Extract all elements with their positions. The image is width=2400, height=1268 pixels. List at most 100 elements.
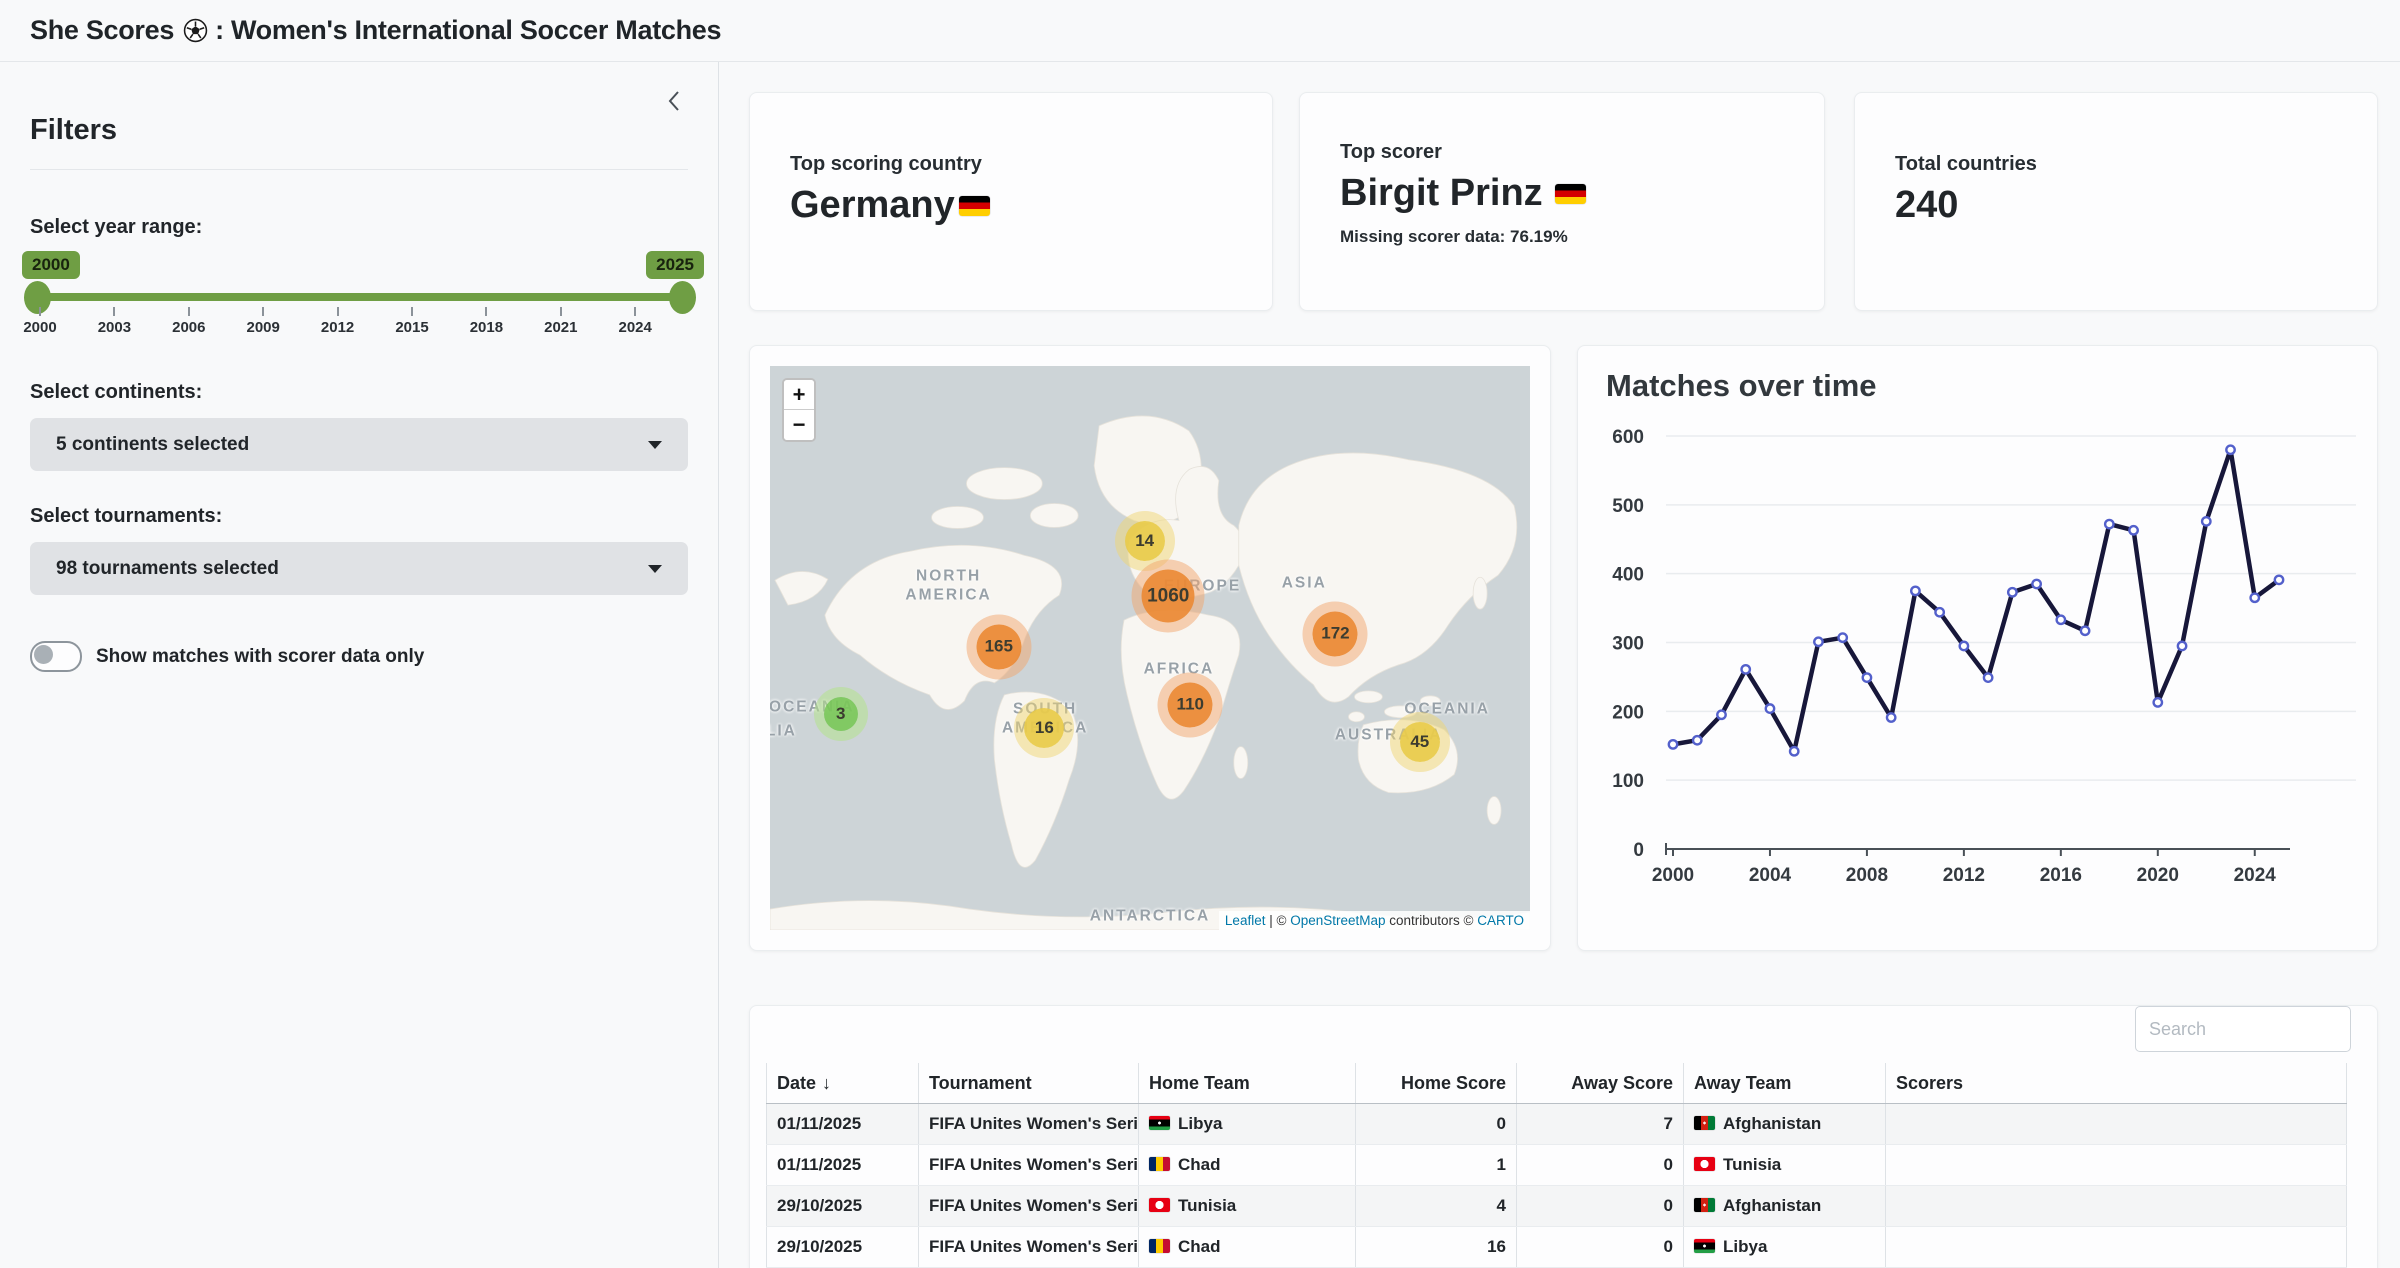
team-cell: Libya xyxy=(1139,1104,1356,1145)
date-cell: 29/10/2025 xyxy=(767,1227,919,1268)
stat-value-text: Germany xyxy=(790,184,955,227)
team-cell: Chad xyxy=(1139,1145,1356,1186)
collapse-sidebar-button[interactable] xyxy=(658,84,692,118)
table-row: 01/11/2025FIFA Unites Women's SeriesChad… xyxy=(767,1145,2347,1186)
slider-tick xyxy=(39,307,41,316)
team-cell: Chad xyxy=(1139,1227,1356,1268)
world-map[interactable]: NORTH AMERICAEUROPEASIAAFRICASOUTH AMERI… xyxy=(770,366,1530,930)
table-row: 01/11/2025FIFA Unites Women's SeriesLiby… xyxy=(767,1104,2347,1145)
column-header-home-score[interactable]: Home Score xyxy=(1356,1063,1517,1104)
slider-tick xyxy=(634,307,636,316)
home-score-cell: 0 xyxy=(1356,1104,1517,1145)
leaflet-link[interactable]: Leaflet xyxy=(1225,913,1266,928)
slider-tick xyxy=(188,307,190,316)
map-cluster-marker[interactable]: 1060 xyxy=(1142,570,1195,623)
map-cluster-marker[interactable]: 45 xyxy=(1400,722,1440,762)
scorers-cell xyxy=(1886,1227,2347,1268)
slider-max-badge: 2025 xyxy=(646,251,704,279)
chad-flag-icon xyxy=(1149,1157,1170,1171)
tournaments-dropdown-value: 98 tournaments selected xyxy=(56,558,279,580)
chad-flag-icon xyxy=(1149,1239,1170,1253)
zoom-in-button[interactable]: + xyxy=(784,380,814,410)
team-cell: Afghanistan xyxy=(1684,1186,1886,1227)
contributors-text: contributors © xyxy=(1386,913,1478,928)
zoom-out-button[interactable]: − xyxy=(784,410,814,440)
cluster-count: 172 xyxy=(1313,611,1358,656)
matches-over-time-card: Matches over time 0100200300400500600200… xyxy=(1577,345,2378,951)
column-header-tournament[interactable]: Tournament xyxy=(919,1063,1139,1104)
map-zoom-control: + − xyxy=(782,378,816,442)
openstreetmap-link[interactable]: OpenStreetMap xyxy=(1290,913,1385,928)
stat-value: 240 xyxy=(1895,184,2377,227)
map-cluster-marker[interactable]: 165 xyxy=(976,624,1021,669)
team-cell: Tunisia xyxy=(1684,1145,1886,1186)
svg-text:2012: 2012 xyxy=(1943,865,1985,886)
table-row: 29/10/2025FIFA Unites Women's SeriesTuni… xyxy=(767,1186,2347,1227)
column-header-away-team[interactable]: Away Team xyxy=(1684,1063,1886,1104)
map-cluster-marker[interactable]: 3 xyxy=(824,697,858,731)
cluster-count: 3 xyxy=(824,697,858,731)
afghanistan-flag-icon xyxy=(1694,1116,1715,1130)
team-cell: Libya xyxy=(1684,1227,1886,1268)
away-score-cell: 7 xyxy=(1517,1104,1684,1145)
date-cell: 29/10/2025 xyxy=(767,1186,919,1227)
tournament-cell: FIFA Unites Women's Series xyxy=(919,1227,1139,1268)
page-title-prefix: She Scores xyxy=(30,15,174,46)
home-score-cell: 1 xyxy=(1356,1145,1517,1186)
scorers-cell xyxy=(1886,1186,2347,1227)
stat-card-top-scoring-country: Top scoring country Germany xyxy=(749,92,1273,311)
sort-descending-icon: ↓ xyxy=(822,1073,831,1093)
svg-text:2004: 2004 xyxy=(1749,865,1792,886)
page-title: She Scores : Women's International Socce… xyxy=(30,15,721,46)
map-cluster-marker[interactable]: 16 xyxy=(1024,708,1064,748)
matches-table-card: Date↓TournamentHome TeamHome ScoreAway S… xyxy=(749,1005,2378,1268)
column-header-scorers[interactable]: Scorers xyxy=(1886,1063,2347,1104)
afghanistan-flag-icon xyxy=(1694,1198,1715,1212)
carto-link[interactable]: CARTO xyxy=(1477,913,1524,928)
chevron-down-icon xyxy=(648,565,662,573)
filters-sidebar: Filters Select year range: 2000 2025 200… xyxy=(0,62,719,1268)
slider-handle-left[interactable] xyxy=(24,281,51,314)
away-score-cell: 0 xyxy=(1517,1186,1684,1227)
matches-table: Date↓TournamentHome TeamHome ScoreAway S… xyxy=(766,1063,2347,1268)
slider-tick-label: 2021 xyxy=(544,319,577,336)
slider-track[interactable] xyxy=(36,293,680,301)
svg-text:500: 500 xyxy=(1612,496,1644,517)
tournament-cell: FIFA Unites Women's Series xyxy=(919,1104,1139,1145)
stat-value-text: Birgit Prinz xyxy=(1340,172,1543,215)
svg-text:2000: 2000 xyxy=(1652,865,1694,886)
svg-text:2024: 2024 xyxy=(2234,865,2277,886)
column-header-away-score[interactable]: Away Score xyxy=(1517,1063,1684,1104)
svg-text:400: 400 xyxy=(1612,565,1644,586)
slider-tick xyxy=(337,307,339,316)
slider-handle-right[interactable] xyxy=(669,281,696,314)
map-landmasses xyxy=(770,366,1530,930)
slider-tick xyxy=(485,307,487,316)
column-header-date[interactable]: Date↓ xyxy=(767,1063,919,1104)
app-header: She Scores : Women's International Socce… xyxy=(0,0,2400,62)
away-score-cell: 0 xyxy=(1517,1145,1684,1186)
cluster-count: 45 xyxy=(1400,722,1440,762)
svg-text:600: 600 xyxy=(1612,427,1644,448)
continents-label: Select continents: xyxy=(30,381,688,404)
main-content: Top scoring country Germany Top scorer B… xyxy=(720,62,2400,1268)
svg-text:100: 100 xyxy=(1612,771,1644,792)
slider-tick-label: 2018 xyxy=(470,319,503,336)
slider-tick-label: 2009 xyxy=(247,319,280,336)
tournaments-dropdown[interactable]: 98 tournaments selected xyxy=(30,542,688,595)
column-header-home-team[interactable]: Home Team xyxy=(1139,1063,1356,1104)
cluster-count: 16 xyxy=(1024,708,1064,748)
map-cluster-marker[interactable]: 14 xyxy=(1125,521,1165,561)
slider-tick-label: 2006 xyxy=(172,319,205,336)
scorer-data-toggle[interactable] xyxy=(30,641,82,672)
map-cluster-marker[interactable]: 172 xyxy=(1313,611,1358,656)
continents-dropdown[interactable]: 5 continents selected xyxy=(30,418,688,471)
search-input[interactable] xyxy=(2135,1006,2351,1052)
svg-text:300: 300 xyxy=(1612,634,1644,655)
tournament-cell: FIFA Unites Women's Series xyxy=(919,1145,1139,1186)
svg-text:2020: 2020 xyxy=(2137,865,2179,886)
map-cluster-marker[interactable]: 110 xyxy=(1168,682,1213,727)
matches-over-time-chart: 0100200300400500600200020042008201220162… xyxy=(1578,346,2377,950)
separator: | © xyxy=(1265,913,1290,928)
cluster-count: 165 xyxy=(976,624,1021,669)
